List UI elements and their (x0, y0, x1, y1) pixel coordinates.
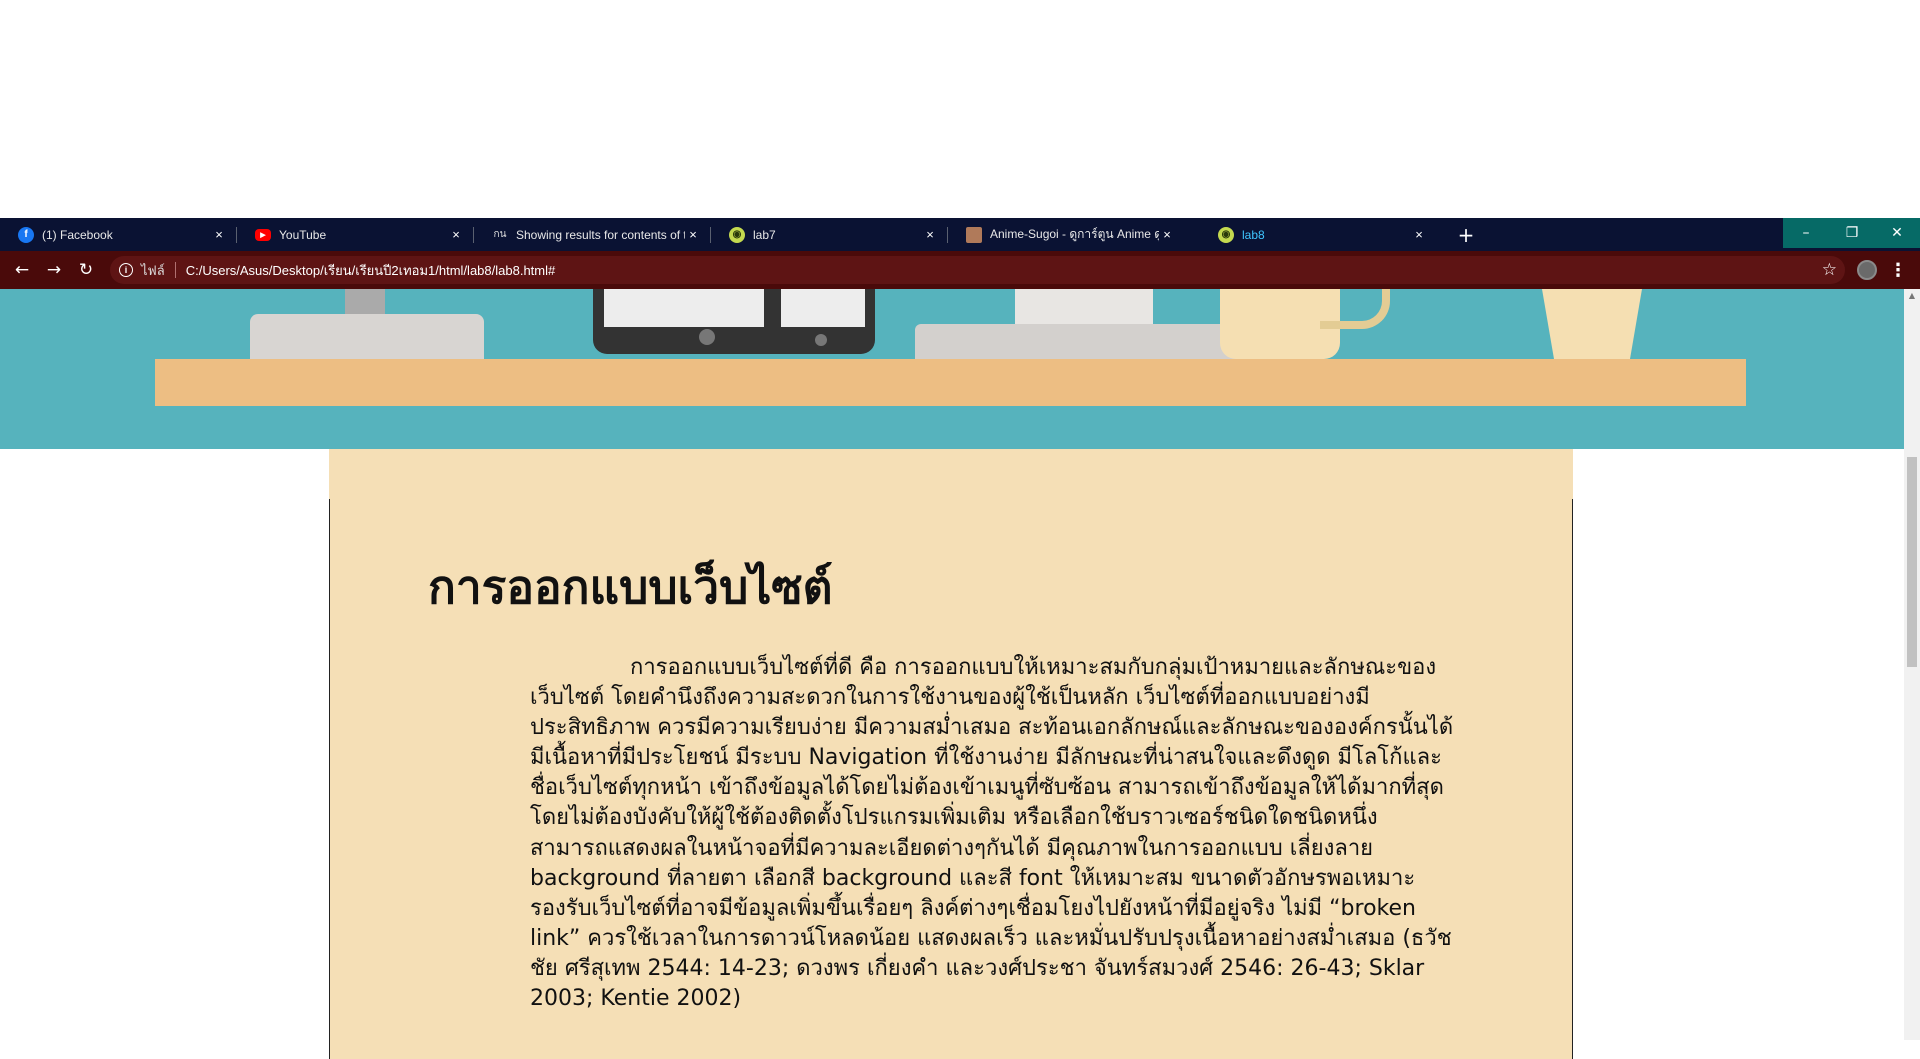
forward-button[interactable]: → (40, 251, 68, 289)
tab-title: Anime-Sugoi - ดูการ์ตูน Anime ดูก (990, 227, 1159, 241)
illustration-cup (1542, 289, 1642, 359)
tab-facebook[interactable]: f (1) Facebook × (0, 218, 237, 251)
illustration-box (250, 314, 484, 364)
close-icon[interactable]: × (922, 227, 938, 243)
tab-showing-results[interactable]: กน Showing results for contents of t × (474, 218, 711, 251)
info-icon[interactable]: i (119, 263, 133, 277)
illustration-screen-left (604, 289, 764, 327)
minimize-button[interactable]: – (1783, 218, 1829, 248)
content-header-band (329, 449, 1573, 499)
tab-lab7[interactable]: ◉ lab7 × (711, 218, 948, 251)
illustration-stand (345, 289, 385, 314)
illustration-monitor (1015, 289, 1153, 324)
menu-icon[interactable]: ⋮ (1888, 251, 1908, 289)
facebook-icon: f (18, 226, 34, 243)
blank-area (0, 0, 1920, 218)
tab-lab8[interactable]: ◉ lab8 × (1200, 218, 1437, 251)
illustration-mug-handle (1320, 289, 1390, 329)
browser-toolbar: ← → ↻ i ไฟล์ C:/Users/Asus/Desktop/เรียน… (0, 251, 1920, 289)
tab-youtube[interactable]: ▶ YouTube × (237, 218, 474, 251)
tab-strip: f (1) Facebook × ▶ YouTube × กน Showing … (0, 218, 1920, 251)
scrollbar-thumb[interactable] (1907, 457, 1917, 667)
reload-button[interactable]: ↻ (72, 251, 100, 289)
illustration-button (699, 329, 715, 345)
tab-title: lab7 (753, 227, 776, 242)
illustration-keyboard (915, 324, 1245, 364)
omnibox-divider (174, 262, 176, 278)
youtube-icon: ▶ (255, 228, 271, 241)
article-paragraph: การออกแบบเว็บไซต์ที่ดี คือ การออกแบบให้เ… (530, 655, 1454, 1012)
anime-icon (966, 226, 982, 243)
page-scrollbar[interactable]: ▲ (1904, 289, 1920, 1040)
restore-button[interactable]: ❐ (1829, 218, 1875, 248)
site-chip[interactable]: ไฟล์ (141, 260, 165, 281)
scroll-up-icon[interactable]: ▲ (1907, 291, 1917, 301)
site-icon: กน (493, 229, 507, 240)
illustration-button (815, 334, 827, 346)
header-illustration (0, 289, 1904, 449)
star-icon[interactable]: ☆ (1822, 260, 1837, 280)
tab-anime-sugoi[interactable]: Anime-Sugoi - ดูการ์ตูน Anime ดูก × (948, 218, 1185, 251)
close-icon[interactable]: × (1411, 227, 1427, 243)
illustration-screen-right (781, 289, 865, 327)
close-icon[interactable]: × (448, 227, 464, 243)
illustration-shelf (155, 359, 1746, 406)
close-window-button[interactable]: ✕ (1874, 218, 1920, 248)
tab-title: lab8 (1242, 227, 1265, 242)
close-icon[interactable]: × (1159, 227, 1175, 243)
tab-title: (1) Facebook (42, 227, 113, 242)
address-bar[interactable]: i ไฟล์ C:/Users/Asus/Desktop/เรียน/เรียน… (110, 256, 1845, 284)
page-title: การออกแบบเว็บไซต์ (428, 560, 833, 614)
new-tab-button[interactable]: + (1452, 218, 1480, 251)
close-icon[interactable]: × (211, 227, 227, 243)
close-icon[interactable]: × (685, 227, 701, 243)
url-text[interactable]: C:/Users/Asus/Desktop/เรียน/เรียนปี2เทอม… (186, 260, 556, 281)
tab-title: YouTube (279, 227, 327, 242)
profile-avatar[interactable] (1857, 260, 1877, 280)
globe-icon: ◉ (1218, 226, 1234, 243)
back-button[interactable]: ← (8, 251, 36, 289)
tab-title: Showing results for contents of t (516, 227, 685, 242)
globe-icon: ◉ (729, 226, 745, 243)
